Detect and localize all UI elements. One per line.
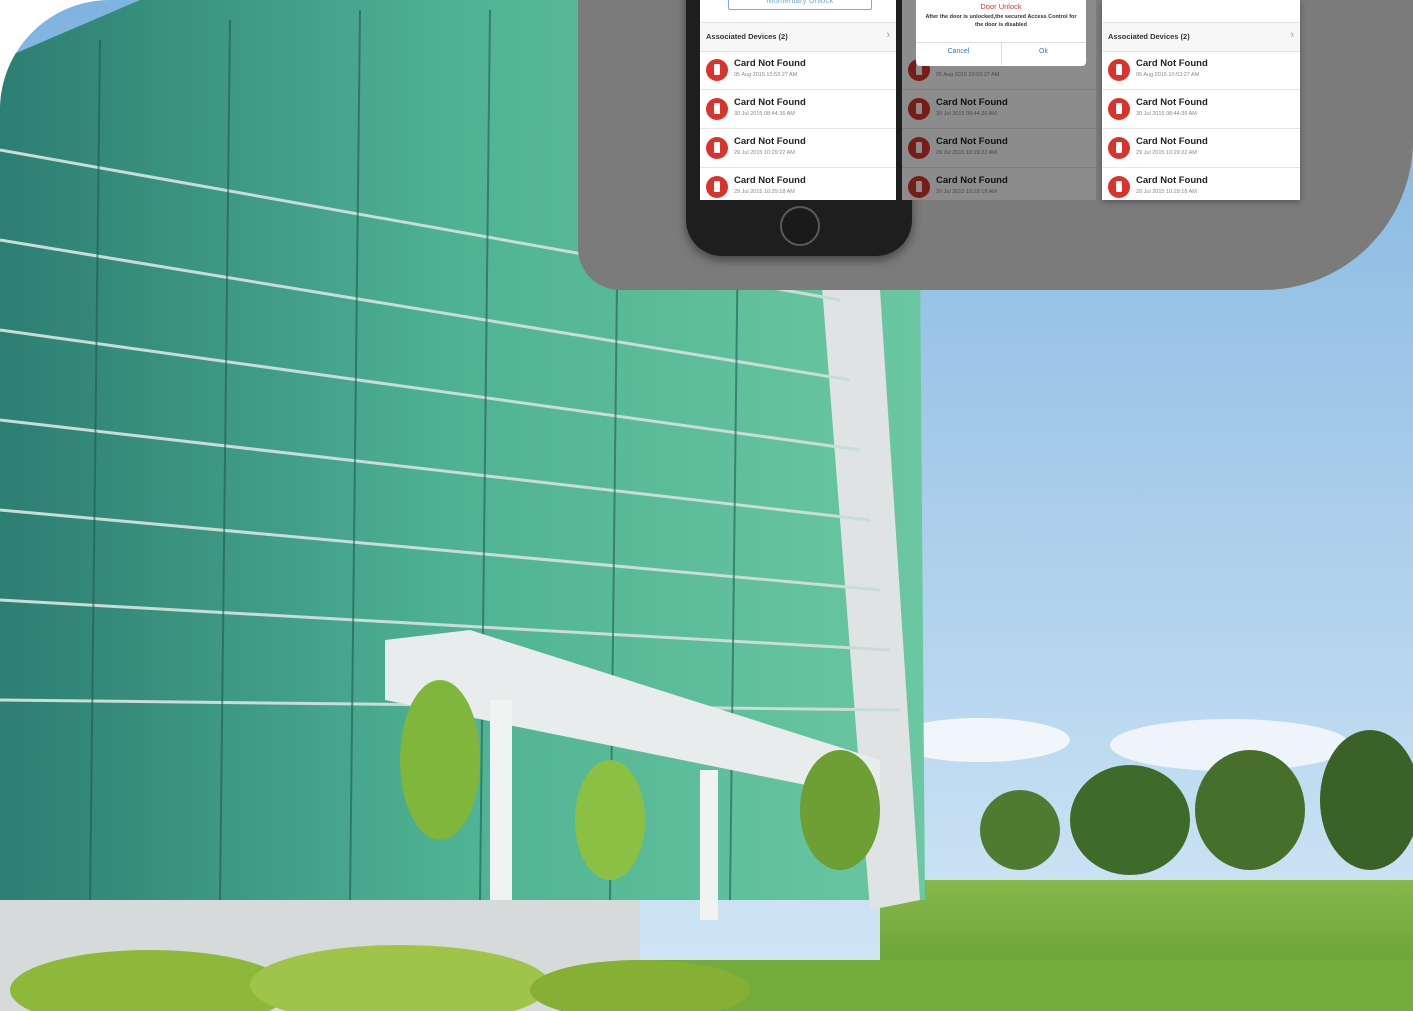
event-title: Card Not Found (1136, 175, 1208, 186)
phone-screen-middle: Card Not Found 05 Aug 2015 10:53:27 AM C… (902, 0, 1096, 200)
event-row[interactable]: Card Not Found 05 Aug 2015 10:53:27 AM (700, 51, 896, 90)
tree (1070, 765, 1190, 875)
chevron-right-icon: › (1290, 29, 1294, 41)
associated-devices-row[interactable]: Associated Devices (2) › (1102, 22, 1300, 52)
event-row[interactable]: Card Not Found 29 Jul 2015 10:29:22 AM (700, 129, 896, 168)
associated-devices-label: Associated Devices (2) (706, 32, 788, 41)
event-row[interactable]: Card Not Found 29 Jul 2015 10:29:18 AM (700, 168, 896, 200)
momentary-unlock-button[interactable]: Momentary Unlock (728, 0, 872, 10)
door-alert-icon (706, 137, 728, 159)
event-time: 30 Jul 2015 08:44:36 AM (1136, 111, 1197, 117)
event-row[interactable]: Card Not Found 05 Aug 2015 10:53:27 AM (1102, 51, 1300, 90)
home-button[interactable] (780, 206, 820, 246)
event-time: 05 Aug 2015 10:53:27 AM (734, 72, 798, 78)
door-alert-icon (1108, 98, 1130, 120)
event-title: Card Not Found (734, 136, 806, 147)
pillar (490, 700, 512, 920)
app-showcase-panel: Momentary Unlock Associated Devices (2) … (578, 0, 1413, 290)
door-alert-icon (1108, 59, 1130, 81)
phone-screen-left: Momentary Unlock Associated Devices (2) … (700, 0, 896, 200)
event-row[interactable]: Card Not Found 29 Jul 2015 10:29:18 AM (1102, 168, 1300, 200)
event-title: Card Not Found (734, 175, 806, 186)
pillar (700, 770, 718, 920)
door-alert-icon (706, 59, 728, 81)
young-tree (800, 750, 880, 870)
lawn-front (640, 960, 1413, 1011)
chevron-right-icon: › (886, 29, 890, 41)
event-title: Card Not Found (734, 97, 806, 108)
event-time: 29 Jul 2015 10:29:18 AM (734, 189, 795, 195)
event-title: Card Not Found (734, 58, 806, 69)
associated-devices-label: Associated Devices (2) (1108, 32, 1190, 41)
young-tree (575, 760, 645, 880)
door-alert-icon (706, 98, 728, 120)
event-time: 29 Jul 2015 10:29:22 AM (1136, 150, 1197, 156)
tree (980, 790, 1060, 870)
dialog-title: Door Unlock (980, 2, 1022, 11)
door-alert-icon (706, 176, 728, 198)
dialog-actions: Cancel Ok (916, 42, 1086, 65)
cancel-button[interactable]: Cancel (916, 48, 1001, 55)
event-time: 29 Jul 2015 10:29:18 AM (1136, 189, 1197, 195)
ok-button[interactable]: Ok (1001, 48, 1086, 55)
event-row[interactable]: Card Not Found 30 Jul 2015 08:44:36 AM (1102, 90, 1300, 129)
tree (1195, 750, 1305, 870)
associated-devices-row[interactable]: Associated Devices (2) › (700, 22, 896, 52)
event-time: 30 Jul 2015 08:44:36 AM (734, 111, 795, 117)
phone-screen-right: Associated Devices (2) › Card Not Found … (1102, 0, 1300, 200)
door-unlock-dialog: Door Unlock After the door is unlocked,t… (916, 0, 1086, 66)
event-title: Card Not Found (1136, 58, 1208, 69)
door-alert-icon (1108, 176, 1130, 198)
event-time: 29 Jul 2015 10:29:22 AM (734, 150, 795, 156)
event-time: 05 Aug 2015 10:53:27 AM (1136, 72, 1200, 78)
young-tree (400, 680, 480, 840)
event-title: Card Not Found (1136, 136, 1208, 147)
event-title: Card Not Found (1136, 97, 1208, 108)
event-row[interactable]: Card Not Found 30 Jul 2015 08:44:36 AM (700, 90, 896, 129)
dialog-message: After the door is unlocked,the secured A… (925, 14, 1077, 28)
door-alert-icon (1108, 137, 1130, 159)
event-row[interactable]: Card Not Found 29 Jul 2015 10:29:22 AM (1102, 129, 1300, 168)
